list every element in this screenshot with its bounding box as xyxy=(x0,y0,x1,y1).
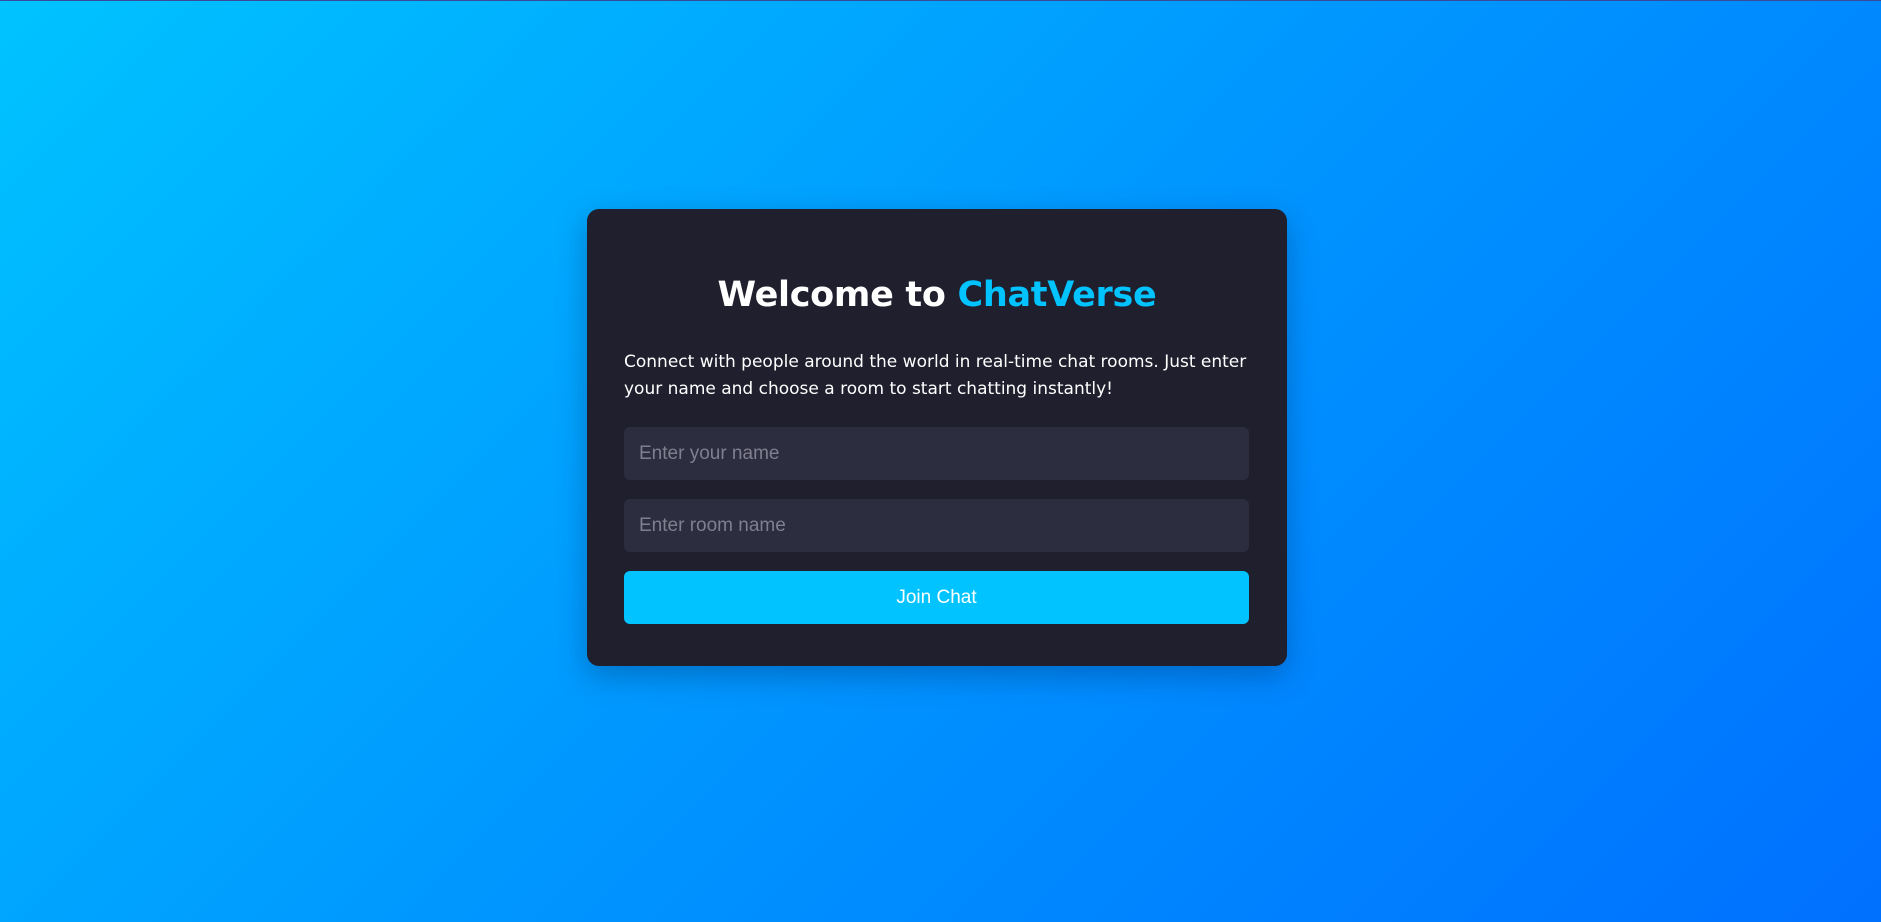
page-title: Welcome to ChatVerse xyxy=(624,274,1250,316)
top-border-line xyxy=(0,0,1881,1)
welcome-description: Connect with people around the world in … xyxy=(624,352,1247,399)
welcome-card: Welcome to ChatVerse Connect with people… xyxy=(587,209,1287,666)
name-input[interactable] xyxy=(624,427,1249,480)
title-prefix: Welcome to xyxy=(717,275,958,315)
brand-name: ChatVerse xyxy=(957,275,1157,315)
join-chat-button[interactable]: Join Chat xyxy=(624,571,1249,624)
room-input[interactable] xyxy=(624,499,1249,552)
